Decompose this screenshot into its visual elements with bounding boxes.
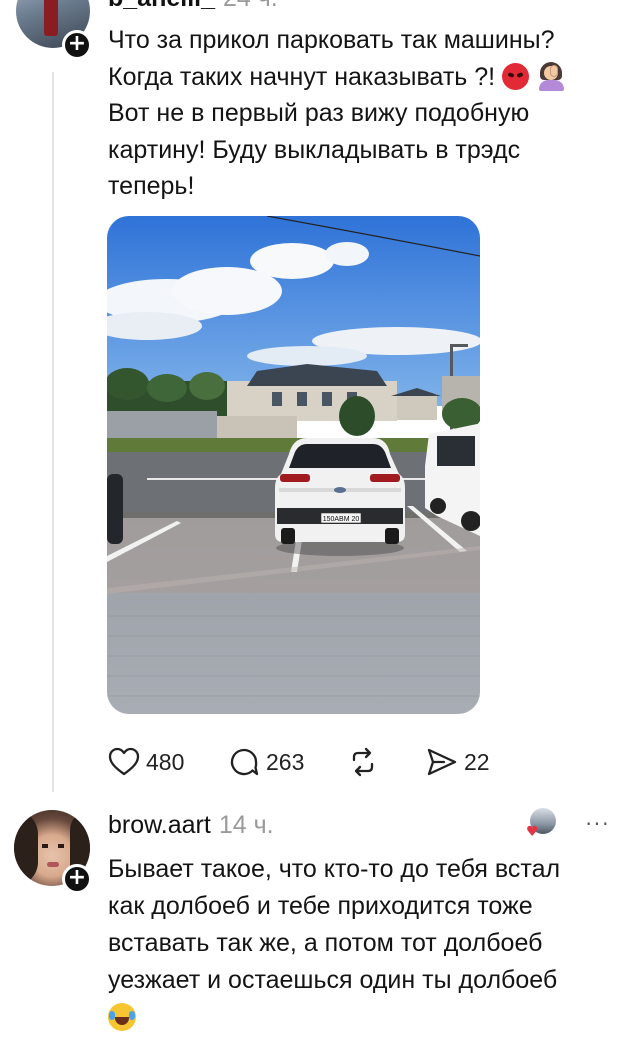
reply-header: brow.aart 14 ч. (108, 811, 274, 840)
reply-emoji-line (108, 999, 618, 1036)
post-photo[interactable]: 150ABM 20 (107, 216, 480, 714)
post-text-line: Вот не в первый раз вижу подобную (108, 99, 530, 127)
post-action-bar: 480 263 22 (108, 740, 528, 784)
author-username[interactable]: b_anelli_ (108, 0, 215, 12)
reply-text: Бывает такое, что кто-то до тебя встал к… (108, 851, 618, 1036)
post-text-line: теперь! (108, 172, 195, 200)
reply-text-line: уезжает и остаешься один ты долбоеб (108, 966, 558, 994)
reply-time: 14 ч. (218, 811, 274, 839)
license-plate-text: 150ABM 20 (323, 516, 360, 523)
post-text-line: Что за прикол парковать так машины? (108, 26, 555, 54)
like-count: 480 (146, 748, 185, 775)
repost-button[interactable] (348, 740, 378, 784)
post-time: 24 ч. (223, 0, 278, 12)
follow-plus-icon[interactable]: + (62, 864, 92, 894)
parking-photo-illustration: 150ABM 20 (107, 216, 480, 714)
more-options-icon[interactable]: ··· (580, 812, 616, 836)
author-liked-indicator: ♥ (526, 808, 558, 840)
post-text-line: картину! Буду выкладывать в трэдс (108, 135, 521, 164)
reply-text-line: вставать так же, а потом тот долбоеб (108, 929, 543, 957)
share-button[interactable]: 22 (426, 740, 490, 784)
thread-line (52, 72, 54, 792)
post-text: Что за прикол парковать так машины? Когд… (108, 22, 618, 205)
reply-button[interactable]: 263 (228, 740, 304, 784)
threads-feed: + b_anelli_ 24 ч. Что за прикол парковать… (0, 0, 640, 1051)
avatar-figure (44, 0, 58, 36)
reply-text-line: Бывает такое, что кто-то до тебя встал (108, 855, 561, 883)
heart-filled-icon: ♥ (526, 824, 539, 840)
like-button[interactable]: 480 (108, 740, 184, 784)
comment-bubble-icon (230, 748, 259, 776)
facepalm-woman-icon (538, 61, 565, 91)
reply-count: 263 (266, 748, 305, 775)
send-icon (427, 748, 457, 776)
angry-face-icon (502, 62, 530, 90)
share-count: 22 (464, 748, 490, 775)
follow-plus-icon[interactable]: + (62, 30, 92, 60)
post-header: b_anelli_ 24 ч. (108, 0, 278, 13)
post-text-line-2: Когда таких начнут наказывать ?! (108, 59, 618, 96)
laughing-tears-icon (108, 1003, 136, 1031)
reply-text-line: как долбоеб и тебе приходится тоже (108, 892, 533, 920)
repost-icon (352, 747, 374, 777)
heart-icon (108, 747, 140, 776)
reply-username[interactable]: brow.aart (108, 811, 211, 839)
